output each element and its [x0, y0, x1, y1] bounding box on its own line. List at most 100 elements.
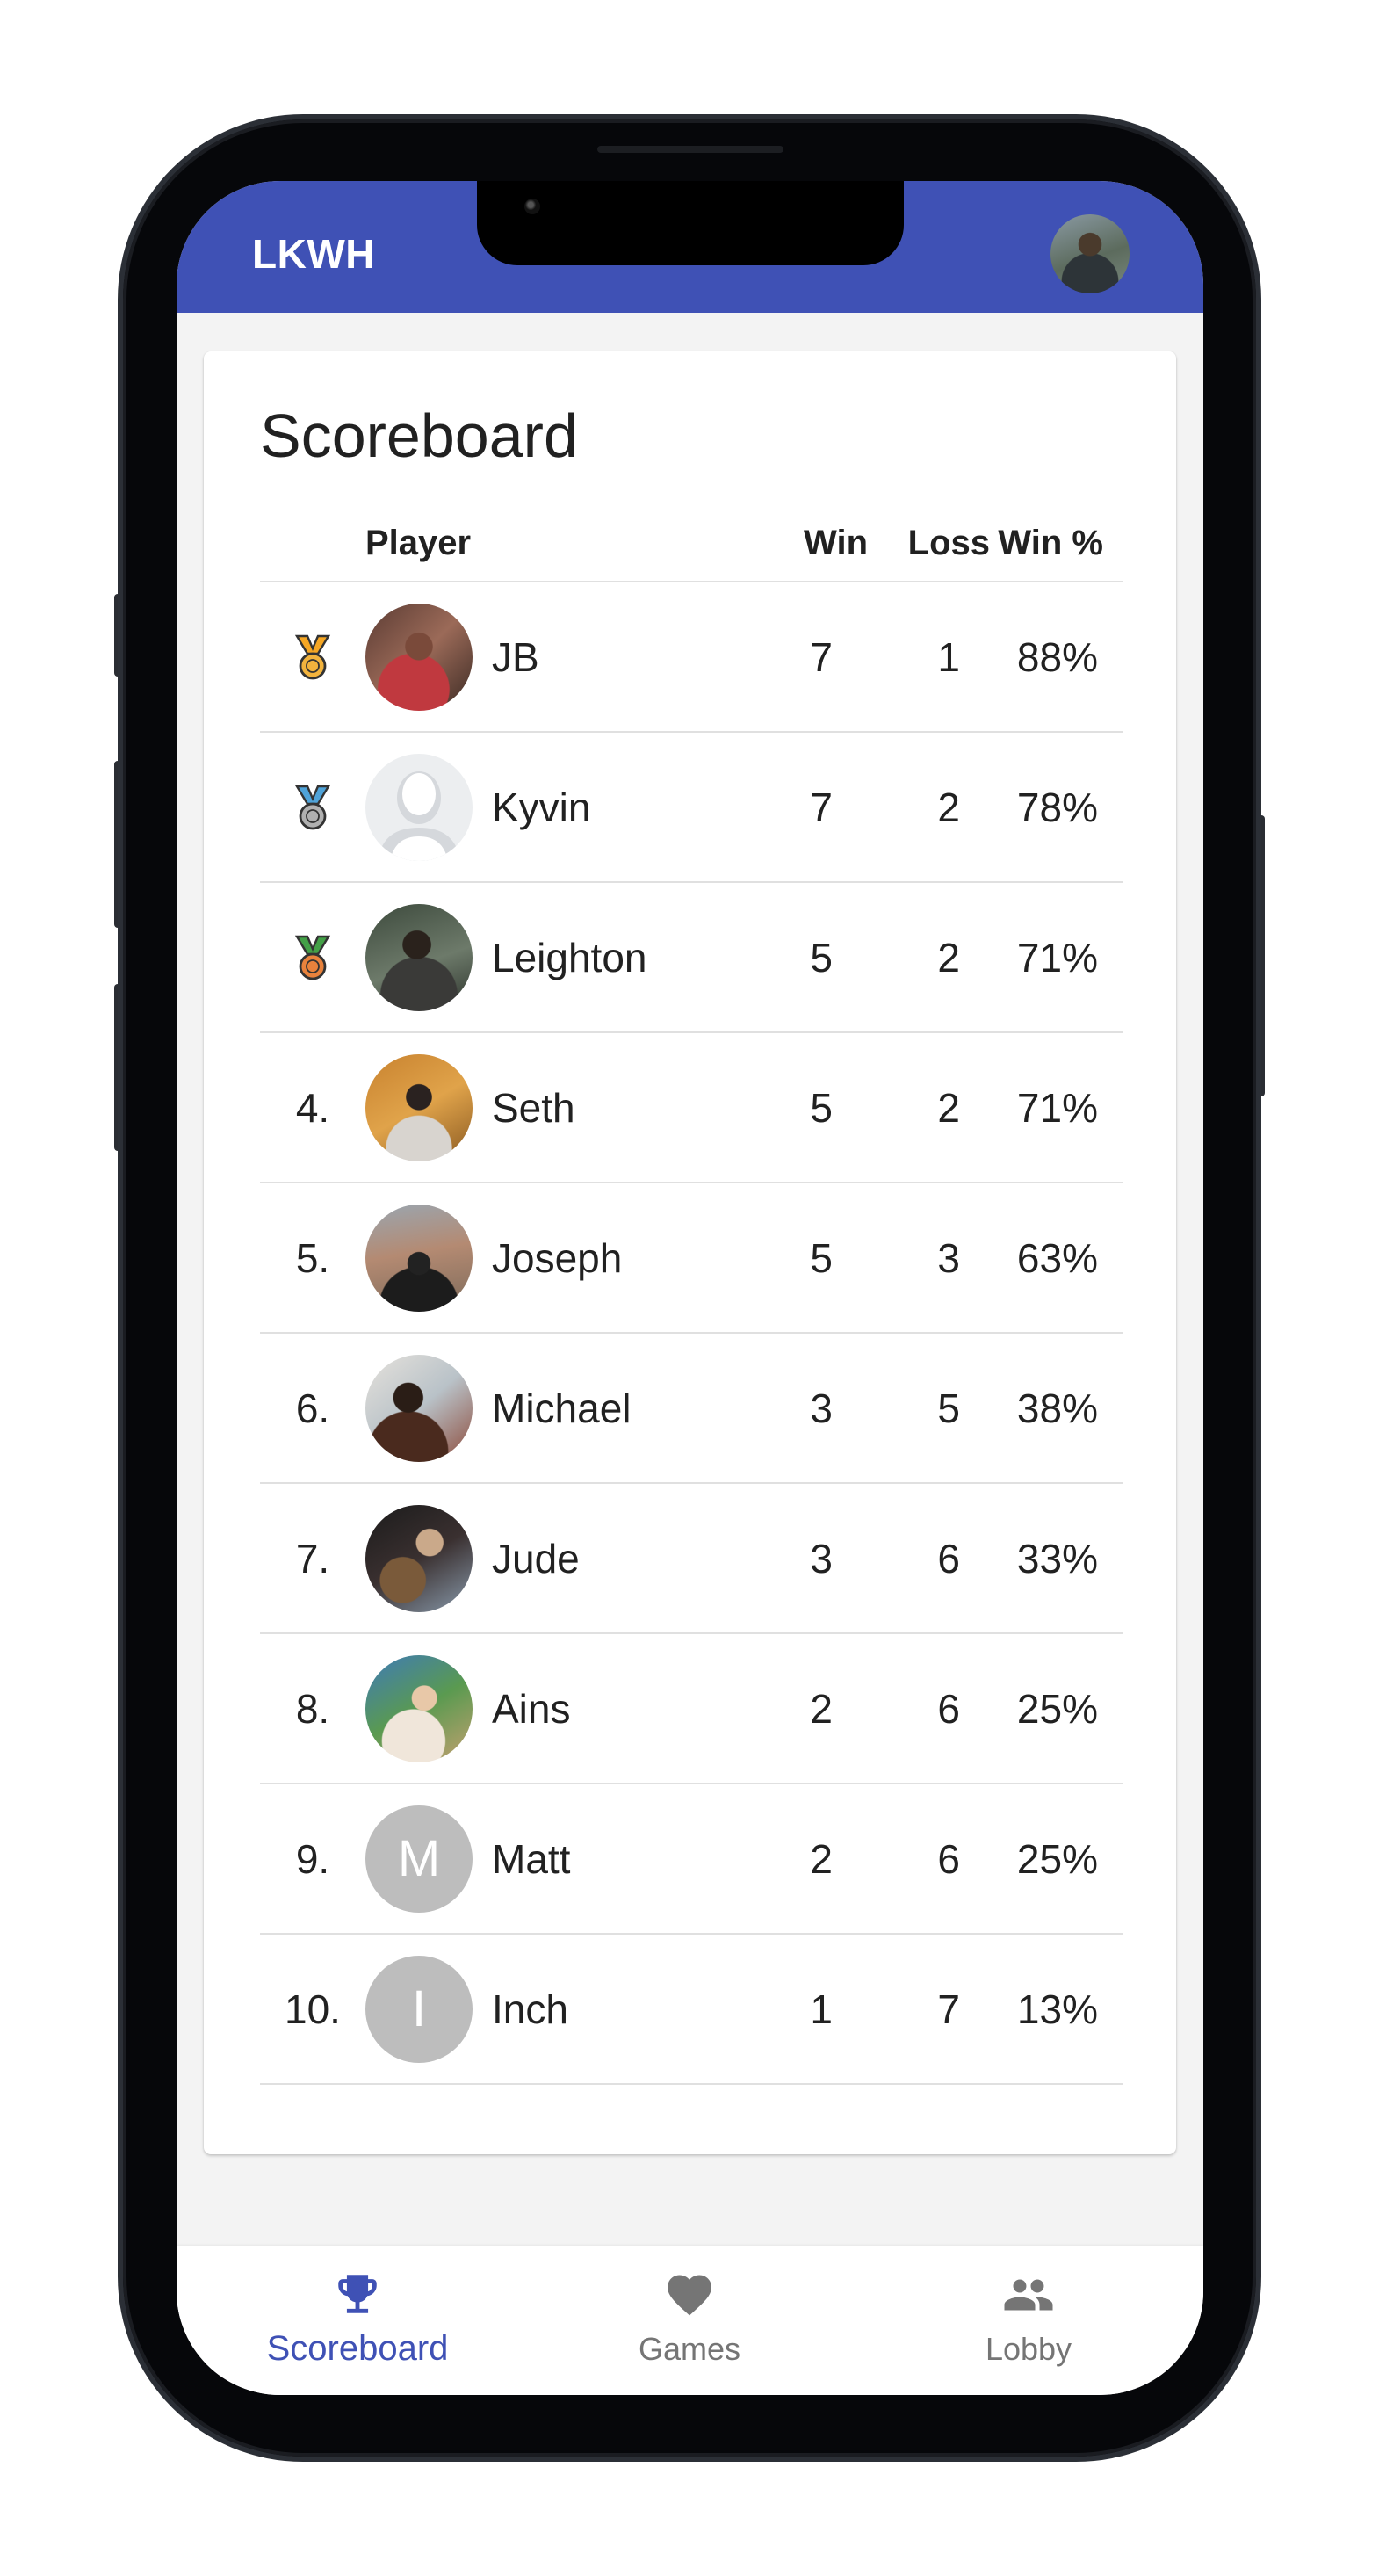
avatar — [365, 603, 473, 711]
avatar — [365, 1354, 473, 1462]
bottom-navigation: Scoreboard Games Lobby — [177, 2246, 1203, 2395]
rank-number: 10. — [285, 1986, 341, 2032]
win-cell: 1 — [762, 1934, 868, 2085]
rank-number: 9. — [295, 1835, 330, 1882]
heart-icon — [668, 2275, 711, 2316]
avatar-cell — [365, 1333, 492, 1484]
avatar-cell — [365, 582, 492, 733]
win-header: Win — [762, 506, 868, 582]
rank-cell: 9. — [260, 1784, 365, 1935]
loss-cell: 1 — [868, 582, 995, 733]
silver-medal-icon — [294, 785, 331, 830]
loss-cell: 2 — [868, 1032, 995, 1183]
player-name: Joseph — [492, 1183, 762, 1334]
win-cell: 7 — [762, 732, 868, 883]
rank-cell: 6. — [260, 1333, 365, 1484]
player-name: Ains — [492, 1633, 762, 1784]
avatar-cell — [365, 1183, 492, 1334]
loss-cell: 7 — [868, 1934, 995, 2085]
rank-cell: 7. — [260, 1483, 365, 1634]
avatar: I — [365, 1955, 473, 2063]
table-row: 7. Jude 3 6 33% — [260, 1483, 1123, 1634]
table-row: 9. M Matt 2 6 25% — [260, 1784, 1123, 1935]
avatar-cell — [365, 882, 492, 1033]
people-icon — [1004, 2279, 1053, 2311]
avatar-cell: I — [365, 1934, 492, 2085]
rank-cell — [260, 732, 365, 883]
loss-cell: 6 — [868, 1784, 995, 1935]
table-row: Leighton 5 2 71% — [260, 882, 1123, 1033]
player-header: Player — [365, 506, 762, 582]
nav-scoreboard[interactable]: Scoreboard — [226, 2268, 489, 2369]
win-cell: 5 — [762, 882, 868, 1033]
table-row: Kyvin 7 2 78% — [260, 732, 1123, 883]
win-cell: 5 — [762, 1183, 868, 1334]
table-row: 8. Ains 2 6 25% — [260, 1633, 1123, 1784]
page-title: Scoreboard — [260, 402, 578, 470]
player-name: Seth — [492, 1032, 762, 1183]
rank-cell: 4. — [260, 1032, 365, 1183]
loss-cell: 2 — [868, 882, 995, 1033]
person-placeholder-icon — [378, 771, 460, 861]
loss-cell: 2 — [868, 732, 995, 883]
rank-cell: 10. — [260, 1934, 365, 2085]
speaker-grille — [597, 146, 783, 153]
nav-lobby[interactable]: Lobby — [897, 2268, 1160, 2368]
table-row: 5. Joseph 5 3 63% — [260, 1183, 1123, 1334]
win-cell: 7 — [762, 582, 868, 733]
loss-cell: 3 — [868, 1183, 995, 1334]
table-row: 6. Michael 3 5 38% — [260, 1333, 1123, 1484]
player-name: Michael — [492, 1333, 762, 1484]
loss-cell: 6 — [868, 1633, 995, 1784]
avatar — [365, 1654, 473, 1762]
avatar-cell — [365, 1483, 492, 1634]
nav-games[interactable]: Games — [558, 2268, 821, 2368]
table-row: 4. Seth 5 2 71% — [260, 1032, 1123, 1183]
win-pct-cell: 38% — [995, 1333, 1123, 1484]
player-name: Inch — [492, 1934, 762, 2085]
table-row: JB 7 1 88% — [260, 582, 1123, 733]
notch — [477, 181, 904, 265]
win-pct-cell: 33% — [995, 1483, 1123, 1634]
avatar-cell — [365, 732, 492, 883]
nav-label-games: Games — [638, 2331, 741, 2367]
bronze-medal-icon — [294, 936, 331, 980]
app-title: LKWH — [252, 231, 375, 277]
rank-cell — [260, 582, 365, 733]
avatar — [365, 1504, 473, 1612]
rank-number: 4. — [295, 1084, 330, 1131]
avatar — [365, 1053, 473, 1161]
player-name: Matt — [492, 1784, 762, 1935]
win-pct-header: Win % — [995, 506, 1123, 582]
table-header-row: Player Win Loss Win % — [260, 506, 1123, 582]
win-pct-cell: 63% — [995, 1183, 1123, 1334]
win-cell: 2 — [762, 1784, 868, 1935]
avatar — [365, 1204, 473, 1312]
app-screen: LKWH Scoreboard Player Win Loss Win % JB… — [177, 181, 1203, 2395]
rank-number: 6. — [295, 1385, 330, 1431]
avatar — [365, 903, 473, 1011]
rank-number: 7. — [295, 1535, 330, 1581]
rank-cell — [260, 882, 365, 1033]
win-pct-cell: 13% — [995, 1934, 1123, 2085]
player-name: Kyvin — [492, 732, 762, 883]
win-pct-cell: 78% — [995, 732, 1123, 883]
nav-label-scoreboard: Scoreboard — [266, 2329, 449, 2368]
front-camera — [524, 199, 540, 214]
rank-header — [260, 506, 365, 582]
rank-number: 8. — [295, 1685, 330, 1732]
win-cell: 5 — [762, 1032, 868, 1183]
account-avatar[interactable] — [1050, 214, 1130, 293]
rank-cell: 8. — [260, 1633, 365, 1784]
rank-cell: 5. — [260, 1183, 365, 1334]
table-row: 10. I Inch 1 7 13% — [260, 1934, 1123, 2085]
player-name: Jude — [492, 1483, 762, 1634]
win-cell: 3 — [762, 1483, 868, 1634]
win-pct-cell: 25% — [995, 1784, 1123, 1935]
avatar-cell — [365, 1633, 492, 1784]
loss-cell: 5 — [868, 1333, 995, 1484]
win-pct-cell: 71% — [995, 882, 1123, 1033]
avatar — [365, 753, 473, 861]
win-cell: 3 — [762, 1333, 868, 1484]
avatar-cell — [365, 1032, 492, 1183]
